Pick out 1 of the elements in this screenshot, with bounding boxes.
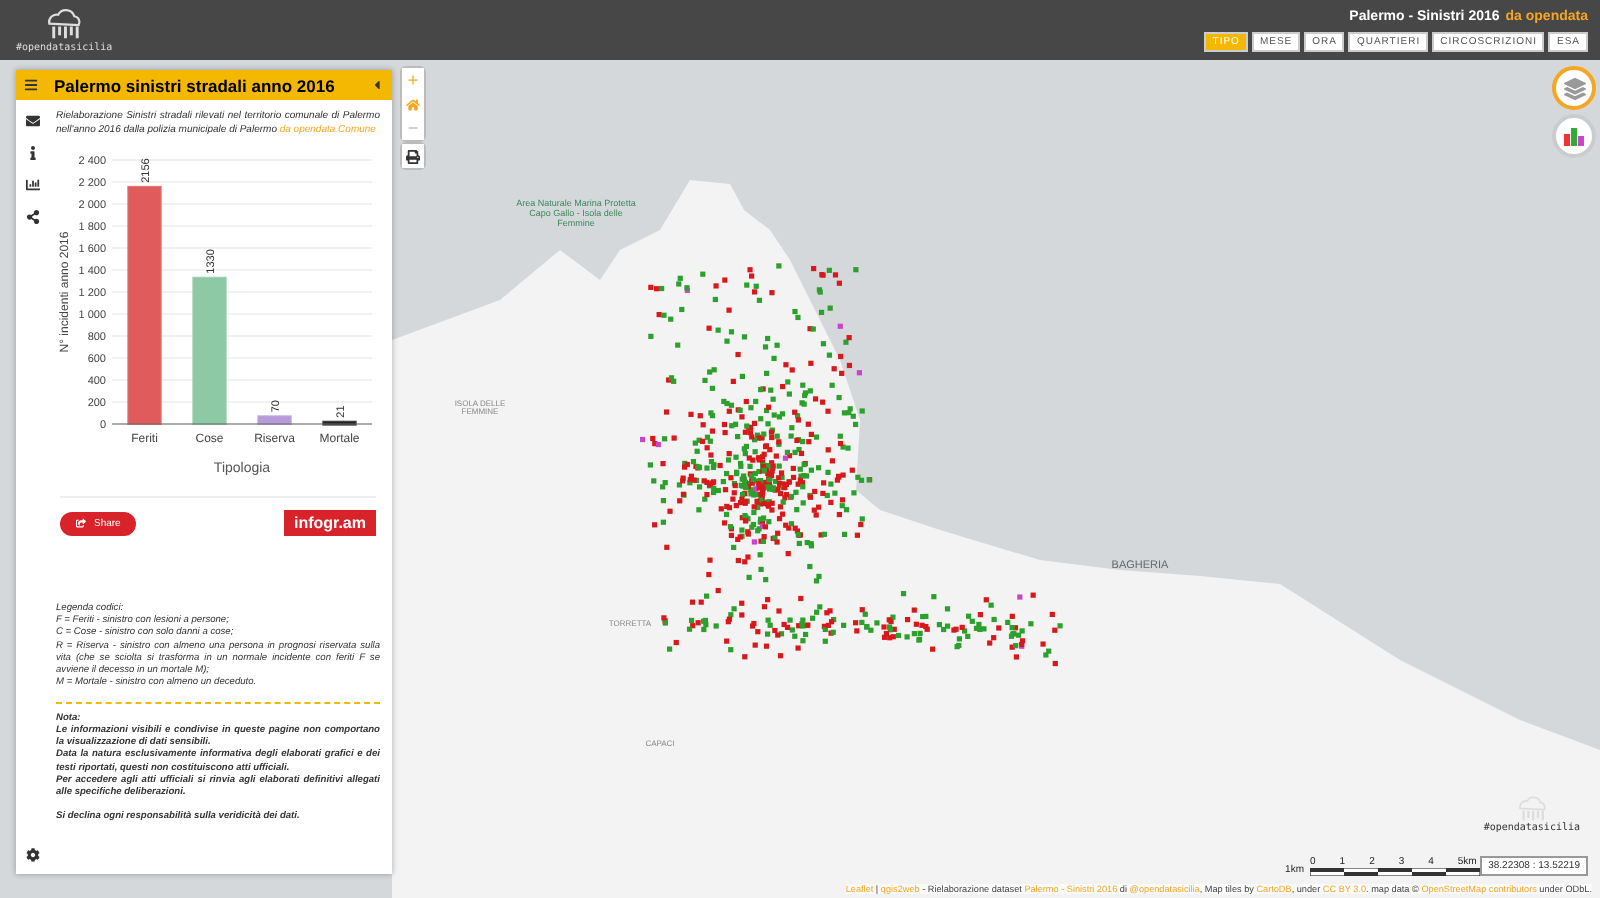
panel-title: Palermo sinistri stradali anno 2016 [54,75,337,95]
